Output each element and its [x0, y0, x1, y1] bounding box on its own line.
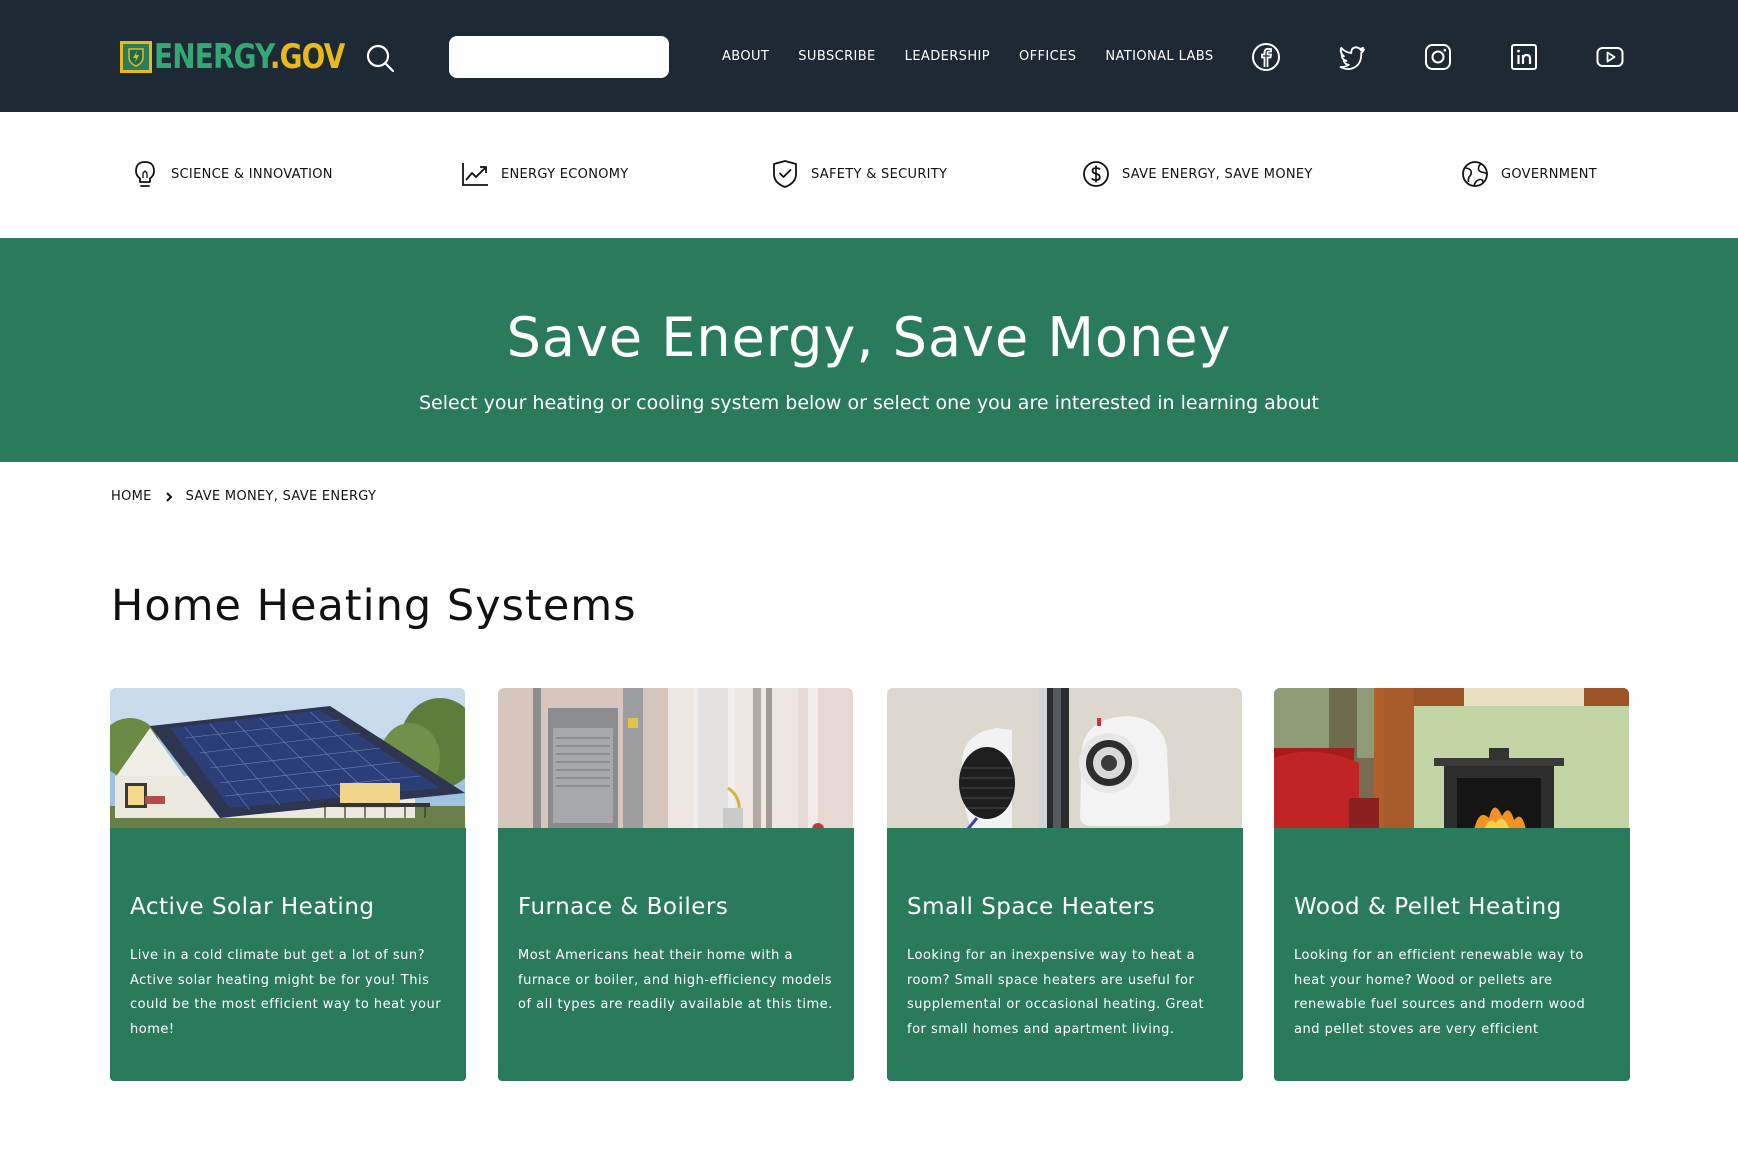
category-government[interactable]: GOVERNMENT [1461, 157, 1597, 191]
chart-line-icon [462, 163, 488, 186]
logo-text-gov: .GOV [269, 37, 346, 77]
search-icon[interactable] [364, 42, 396, 74]
category-label: GOVERNMENT [1501, 166, 1598, 182]
logo-text: ENERGY.GOV [154, 38, 345, 76]
hero-title: Save Energy, Save Money [506, 306, 1232, 369]
category-science-innovation[interactable]: SCIENCE & INNOVATION [131, 157, 333, 191]
card-title[interactable]: Active Solar Heating [130, 892, 375, 922]
logo-text-energy: ENERGY [154, 37, 271, 77]
card-wood-pellet-heating[interactable]: Wood & Pellet Heating Looking for an eff… [1274, 688, 1630, 1081]
card-body: Furnace & Boilers Most Americans heat th… [498, 828, 854, 1081]
nav-subscribe[interactable]: SUBSCRIBE [798, 48, 875, 66]
hero-subtitle: Select your heating or cooling system be… [419, 392, 1319, 414]
globe-icon [1462, 161, 1488, 187]
chevron-right-icon [165, 491, 173, 502]
card-description: Live in a cold climate but get a lot of … [130, 948, 442, 1037]
card-description: Most Americans heat their home with a fu… [518, 948, 833, 1012]
top-header: ENERGY.GOV ABOUT SUBSCRIBE LEADERSHIP OF… [0, 0, 1738, 112]
nav-leadership[interactable]: LEADERSHIP [905, 48, 990, 66]
section-title: Home Heating Systems [111, 581, 637, 631]
card-image-furnace [498, 688, 853, 830]
hero-banner: Save Energy, Save Money Select your heat… [0, 238, 1738, 462]
category-save-energy-save-money[interactable]: SAVE ENERGY, SAVE MONEY [1082, 157, 1313, 191]
card-body: Small Space Heaters Looking for an inexp… [887, 828, 1243, 1081]
card-body: Active Solar Heating Live in a cold clim… [110, 828, 466, 1081]
breadcrumb: HOME SAVE MONEY, SAVE ENERGY [111, 489, 376, 504]
card-small-space-heaters[interactable]: Small Space Heaters Looking for an inexp… [887, 688, 1243, 1081]
card-body: Wood & Pellet Heating Looking for an eff… [1274, 828, 1630, 1081]
card-title[interactable]: Wood & Pellet Heating [1294, 892, 1562, 922]
nav-national-labs[interactable]: NATIONAL LABS [1105, 48, 1213, 66]
card-image-pellet-stove [1274, 688, 1629, 830]
nav-offices[interactable]: OFFICES [1019, 48, 1076, 66]
dollar-circle-icon [1083, 161, 1109, 187]
shield-logo-icon [120, 41, 152, 73]
shield-check-icon [773, 160, 797, 188]
search-input[interactable] [449, 36, 669, 78]
card-description: Looking for an inexpensive way to heat a… [907, 948, 1205, 1037]
top-nav: ABOUT SUBSCRIBE LEADERSHIP OFFICES NATIO… [722, 48, 1243, 66]
card-active-solar-heating[interactable]: Active Solar Heating Live in a cold clim… [110, 688, 466, 1081]
category-label: SAVE ENERGY, SAVE MONEY [1122, 166, 1313, 182]
instagram-icon[interactable] [1423, 42, 1453, 72]
card-title[interactable]: Furnace & Boilers [518, 892, 728, 922]
linkedin-icon[interactable] [1509, 42, 1539, 72]
card-title[interactable]: Small Space Heaters [907, 892, 1155, 922]
card-furnace-boilers[interactable]: Furnace & Boilers Most Americans heat th… [498, 688, 854, 1081]
facebook-icon[interactable] [1251, 42, 1281, 72]
category-energy-economy[interactable]: ENERGY ECONOMY [461, 157, 629, 191]
category-nav: SCIENCE & INNOVATION ENERGY ECONOMY SAFE… [0, 112, 1738, 238]
category-label: SAFETY & SECURITY [811, 166, 948, 182]
breadcrumb-current: SAVE MONEY, SAVE ENERGY [185, 489, 377, 504]
category-safety-security[interactable]: SAFETY & SECURITY [771, 157, 947, 191]
card-description: Looking for an efficient renewable way t… [1294, 948, 1586, 1037]
youtube-icon[interactable] [1595, 42, 1625, 72]
category-label: ENERGY ECONOMY [501, 166, 629, 182]
lightbulb-icon [135, 161, 155, 187]
card-image-space-heaters [887, 688, 1242, 830]
category-label: SCIENCE & INNOVATION [171, 166, 333, 182]
twitter-icon[interactable] [1337, 42, 1367, 72]
nav-about[interactable]: ABOUT [722, 48, 769, 66]
breadcrumb-home[interactable]: HOME [111, 489, 152, 504]
card-image-solar-house [110, 688, 465, 830]
energy-gov-logo[interactable]: ENERGY.GOV [120, 38, 386, 76]
